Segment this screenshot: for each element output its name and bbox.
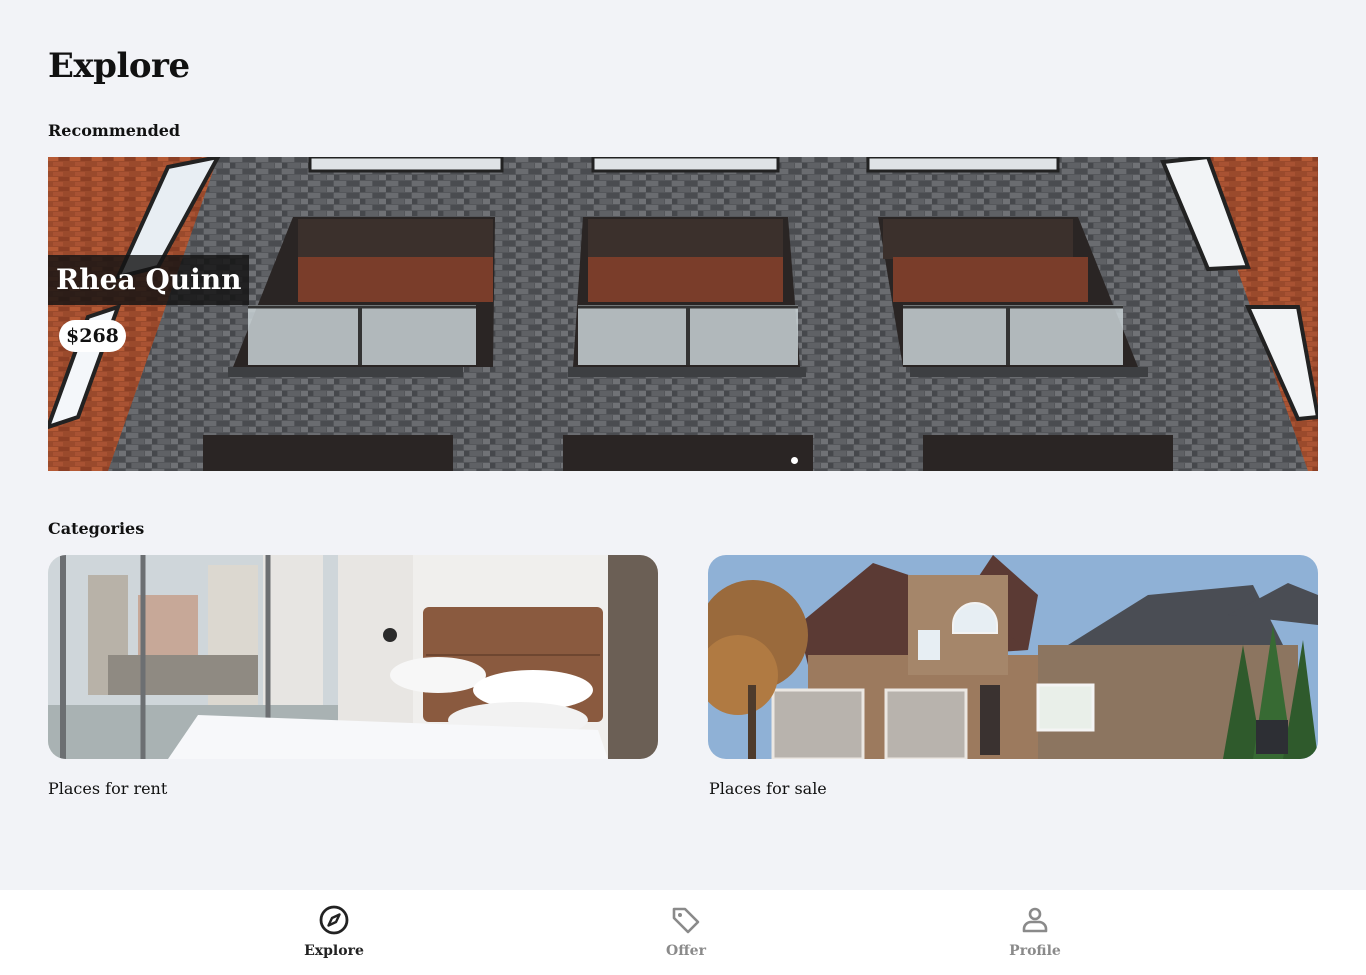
page-title: Explore: [48, 46, 190, 86]
nav-profile-label: Profile: [1009, 943, 1061, 959]
category-card-sale[interactable]: [708, 555, 1318, 759]
house-photo: [708, 555, 1318, 759]
person-icon: [1022, 907, 1048, 933]
building-photo: [48, 157, 1318, 471]
bedroom-photo: [48, 555, 658, 759]
nav-explore-label: Explore: [304, 943, 364, 959]
categories-heading: Categories: [48, 519, 145, 538]
nav-explore[interactable]: Explore: [259, 890, 409, 975]
recommended-heading: Recommended: [48, 121, 181, 140]
featured-name: Rhea Quinn: [48, 255, 250, 305]
tag-icon: [672, 907, 700, 934]
bottom-navigation: Explore Offer Profile: [0, 890, 1366, 975]
carousel-indicator: [48, 449, 1318, 468]
nav-offer[interactable]: Offer: [611, 890, 761, 975]
carousel-dot[interactable]: [790, 457, 798, 464]
nav-profile[interactable]: Profile: [960, 890, 1110, 975]
compass-icon: [319, 905, 349, 935]
category-label-rent[interactable]: Places for rent: [48, 779, 167, 798]
featured-price: $268: [59, 320, 126, 352]
category-label-sale[interactable]: Places for sale: [709, 779, 827, 798]
category-card-rent[interactable]: [48, 555, 658, 759]
nav-offer-label: Offer: [666, 943, 706, 959]
recommended-carousel[interactable]: Rhea Quinn $268: [48, 157, 1318, 471]
